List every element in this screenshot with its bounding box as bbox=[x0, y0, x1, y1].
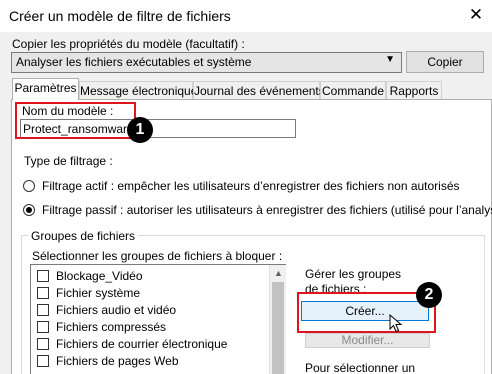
list-item[interactable]: Fichiers compressés bbox=[56, 320, 166, 334]
tab-parametres[interactable]: Paramètres bbox=[12, 78, 79, 100]
checkbox[interactable] bbox=[37, 270, 49, 282]
list-item[interactable]: Fichiers de courrier électronique bbox=[56, 337, 227, 351]
tab-message-electronique[interactable]: Message électronique bbox=[79, 81, 197, 99]
window-title: Créer un modèle de filtre de fichiers bbox=[9, 8, 231, 24]
tab-rapports[interactable]: Rapports bbox=[386, 81, 442, 99]
template-select-value: Analyser les fichiers exécutables et sys… bbox=[16, 55, 252, 69]
step-badge-1: 1 bbox=[127, 117, 153, 143]
checkbox[interactable] bbox=[37, 321, 49, 333]
copy-button[interactable]: Copier bbox=[406, 51, 484, 73]
passive-filtering-label: Filtrage passif : autoriser les utilisat… bbox=[42, 203, 492, 217]
scroll-thumb[interactable] bbox=[272, 282, 284, 374]
modify-button[interactable]: Modifier... bbox=[305, 333, 430, 348]
copy-properties-label: Copier les propriétés du modèle (faculta… bbox=[12, 37, 245, 51]
active-filtering-radio[interactable] bbox=[23, 180, 35, 192]
checkbox[interactable] bbox=[37, 304, 49, 316]
close-icon[interactable]: ✕ bbox=[466, 5, 486, 25]
mouse-cursor-icon bbox=[389, 314, 403, 333]
step-badge-2: 2 bbox=[416, 282, 442, 308]
template-select[interactable]: Analyser les fichiers exécutables et sys… bbox=[11, 52, 402, 73]
list-scrollbar[interactable]: ▲ bbox=[269, 265, 286, 374]
passive-filtering-radio[interactable] bbox=[23, 204, 35, 216]
tab-commande[interactable]: Commande bbox=[320, 81, 386, 99]
list-item[interactable]: Blockage_Vidéo bbox=[56, 269, 143, 283]
checkbox[interactable] bbox=[37, 287, 49, 299]
select-groups-label: Sélectionner les groupes de fichiers à b… bbox=[32, 249, 283, 263]
active-filtering-label: Filtrage actif : empêcher les utilisateu… bbox=[42, 179, 460, 193]
highlight-box-2 bbox=[297, 292, 436, 333]
select-hint-text: Pour sélectionner un bbox=[305, 361, 416, 374]
list-item[interactable]: Fichier système bbox=[56, 286, 140, 300]
filtering-type-label: Type de filtrage : bbox=[24, 154, 113, 168]
dialog-window: Créer un modèle de filtre de fichiers ✕ … bbox=[0, 0, 492, 374]
list-item[interactable]: Fichiers audio et vidéo bbox=[56, 303, 176, 317]
file-groups-title: Groupes de fichiers bbox=[28, 229, 139, 243]
list-item[interactable]: Fichiers de pages Web bbox=[56, 354, 179, 368]
highlight-box-1 bbox=[15, 102, 136, 139]
scroll-up-icon[interactable]: ▲ bbox=[274, 268, 283, 278]
chevron-down-icon: ▼ bbox=[385, 54, 395, 65]
checkbox[interactable] bbox=[37, 355, 49, 367]
checkbox[interactable] bbox=[37, 338, 49, 350]
tab-journal-evenements[interactable]: Journal des événements bbox=[193, 81, 325, 99]
